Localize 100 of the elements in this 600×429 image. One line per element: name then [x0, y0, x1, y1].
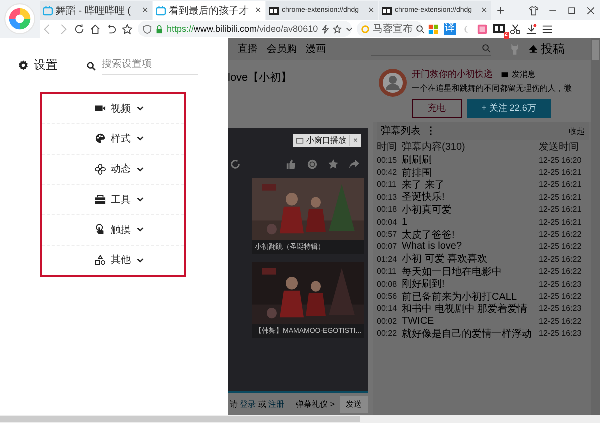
- table-cell-text: 12-25 16:22: [539, 292, 583, 301]
- table-cell-text: 12-25 16:21: [539, 205, 583, 214]
- close-icon[interactable]: ✕: [142, 6, 149, 15]
- scrollbar[interactable]: [0, 415, 600, 423]
- shield-icon[interactable]: [143, 24, 152, 34]
- upload-icon[interactable]: [529, 44, 538, 54]
- table-cell-text: 1: [402, 216, 409, 228]
- undo-icon[interactable]: [106, 24, 117, 34]
- new-tab-button[interactable]: +: [492, 1, 510, 20]
- touch-icon: [95, 224, 106, 236]
- login-link[interactable]: 登录: [240, 400, 256, 408]
- shapes-icon: [95, 254, 106, 266]
- maximize-icon[interactable]: [567, 6, 577, 16]
- table-cell-text: 12-25 16:22: [539, 267, 583, 276]
- table-cell-text: 00:08: [377, 280, 398, 289]
- close-icon[interactable]: [586, 6, 596, 16]
- settings-search-field[interactable]: 搜索设置项: [102, 58, 198, 74]
- close-icon[interactable]: ✕: [255, 6, 262, 15]
- settings-section[interactable]: 工具: [81, 192, 145, 207]
- home-icon[interactable]: [90, 24, 101, 34]
- settings-section[interactable]: 样式: [81, 132, 145, 146]
- table-cell-text: 12-25 16:21: [539, 192, 583, 202]
- shirt-icon[interactable]: [529, 6, 539, 16]
- scrollbar[interactable]: [591, 38, 600, 415]
- table-cell-text: 和书中 电视剧中 那爱着爱情: [402, 302, 529, 316]
- close-icon[interactable]: ✕: [481, 6, 488, 15]
- download-icon[interactable]: [526, 24, 537, 34]
- star-icon[interactable]: [333, 24, 342, 34]
- browser-logo-icon[interactable]: [4, 3, 36, 35]
- table-cell-text: 00:18: [377, 205, 398, 214]
- toolbox-icon: [95, 194, 106, 206]
- table-cell-text: 12-25 16:21: [539, 218, 583, 227]
- coin-icon[interactable]: [307, 159, 318, 170]
- browser-tab[interactable]: 舞蹈 - 哔哩哔哩 ( ✕: [40, 1, 152, 20]
- table-cell-text: 前排围: [402, 166, 433, 180]
- follow-button[interactable]: + 关注 22.6万: [467, 99, 551, 118]
- scissors-icon[interactable]: [510, 24, 521, 34]
- nav-link[interactable]: 直播: [238, 42, 258, 56]
- address-bar[interactable]: https://www.bilibili.com/video/av80610: [138, 21, 352, 37]
- column-header: 发送时间: [539, 140, 580, 154]
- extension-icon[interactable]: [493, 23, 505, 35]
- settings-section[interactable]: 动态: [81, 162, 145, 176]
- message-icon[interactable]: [501, 70, 509, 78]
- tv-icon: [43, 6, 53, 16]
- table-cell-text: 00:02: [377, 316, 398, 326]
- close-button[interactable]: ×: [349, 135, 361, 146]
- upload-link[interactable]: 投稿: [541, 40, 565, 58]
- nav-link[interactable]: 漫画: [306, 42, 326, 56]
- send-button[interactable]: 发送: [340, 396, 368, 412]
- register-link[interactable]: 注册: [268, 400, 285, 408]
- web-search-field[interactable]: 马蓉宣布: [357, 21, 423, 37]
- table-cell-text: 12-25 16:21: [539, 168, 583, 178]
- reload-icon[interactable]: [74, 24, 85, 34]
- star-icon[interactable]: [122, 24, 133, 34]
- table-cell-text: 00:42: [377, 168, 398, 178]
- site-search-field[interactable]: [371, 42, 491, 56]
- table-cell-text: 00:57: [377, 230, 398, 240]
- search-icon[interactable]: [416, 24, 425, 34]
- etiquette-link[interactable]: 弹幕礼仪 >: [296, 398, 335, 410]
- table-cell-text: 来了 来了: [402, 178, 446, 192]
- uploader-bio: 一个在追星和跳舞的不同都留无理伤的人，微: [412, 83, 573, 94]
- settings-title: 设置: [34, 56, 58, 74]
- apps-icon[interactable]: [428, 24, 439, 34]
- share-icon[interactable]: [349, 159, 360, 170]
- mini-player-button[interactable]: 小窗口播放: [304, 134, 350, 147]
- uploader-name[interactable]: 开门救你的小初快递: [412, 68, 493, 81]
- star-icon[interactable]: [328, 159, 339, 170]
- table-cell-text: TWICE: [402, 316, 436, 327]
- collapse-link[interactable]: 收起: [569, 126, 585, 136]
- palette-icon: [95, 133, 106, 144]
- translate-button[interactable]: 译: [444, 23, 456, 35]
- column-header: 时间: [377, 140, 398, 154]
- table-cell-text: What is love?: [402, 241, 464, 252]
- nav-link[interactable]: 会员购: [267, 42, 297, 56]
- table-cell-text: 12-25 16:21: [539, 180, 583, 190]
- close-icon[interactable]: ✕: [368, 6, 375, 15]
- settings-section[interactable]: 视频: [81, 102, 145, 116]
- menu-icon[interactable]: [542, 24, 553, 34]
- table-cell-text: 00:15: [377, 156, 398, 165]
- charge-button[interactable]: 充电: [412, 99, 462, 118]
- table-cell-text: 太皮了爸爸!: [402, 228, 456, 242]
- table-cell-text: 12-25 16:22: [539, 230, 583, 240]
- browser-tab[interactable]: 看到最后的孩子才 ✕: [153, 1, 265, 20]
- search-icon: [87, 62, 96, 71]
- thumbs-up-icon[interactable]: [286, 159, 297, 170]
- ring-icon: [361, 24, 370, 34]
- panel-title: 弹幕列表: [381, 124, 421, 138]
- caret-icon: [136, 164, 145, 174]
- table-cell-text: 圣诞快乐!: [402, 190, 446, 204]
- message-link[interactable]: 发消息: [512, 69, 536, 80]
- settings-section[interactable]: 触摸: [81, 222, 145, 237]
- caret-icon: [136, 256, 145, 265]
- lightning-icon[interactable]: [321, 24, 330, 34]
- table-cell-text: 每天如一日地在电影中: [402, 266, 503, 279]
- table-cell-text: 12-25 16:23: [539, 329, 583, 338]
- avatar-icon[interactable]: [378, 68, 408, 98]
- window-icon[interactable]: [296, 136, 304, 144]
- more-icon[interactable]: ⋮: [426, 125, 436, 137]
- settings-section[interactable]: 其他: [81, 253, 145, 268]
- column-header: 弹幕内容(310): [402, 140, 466, 154]
